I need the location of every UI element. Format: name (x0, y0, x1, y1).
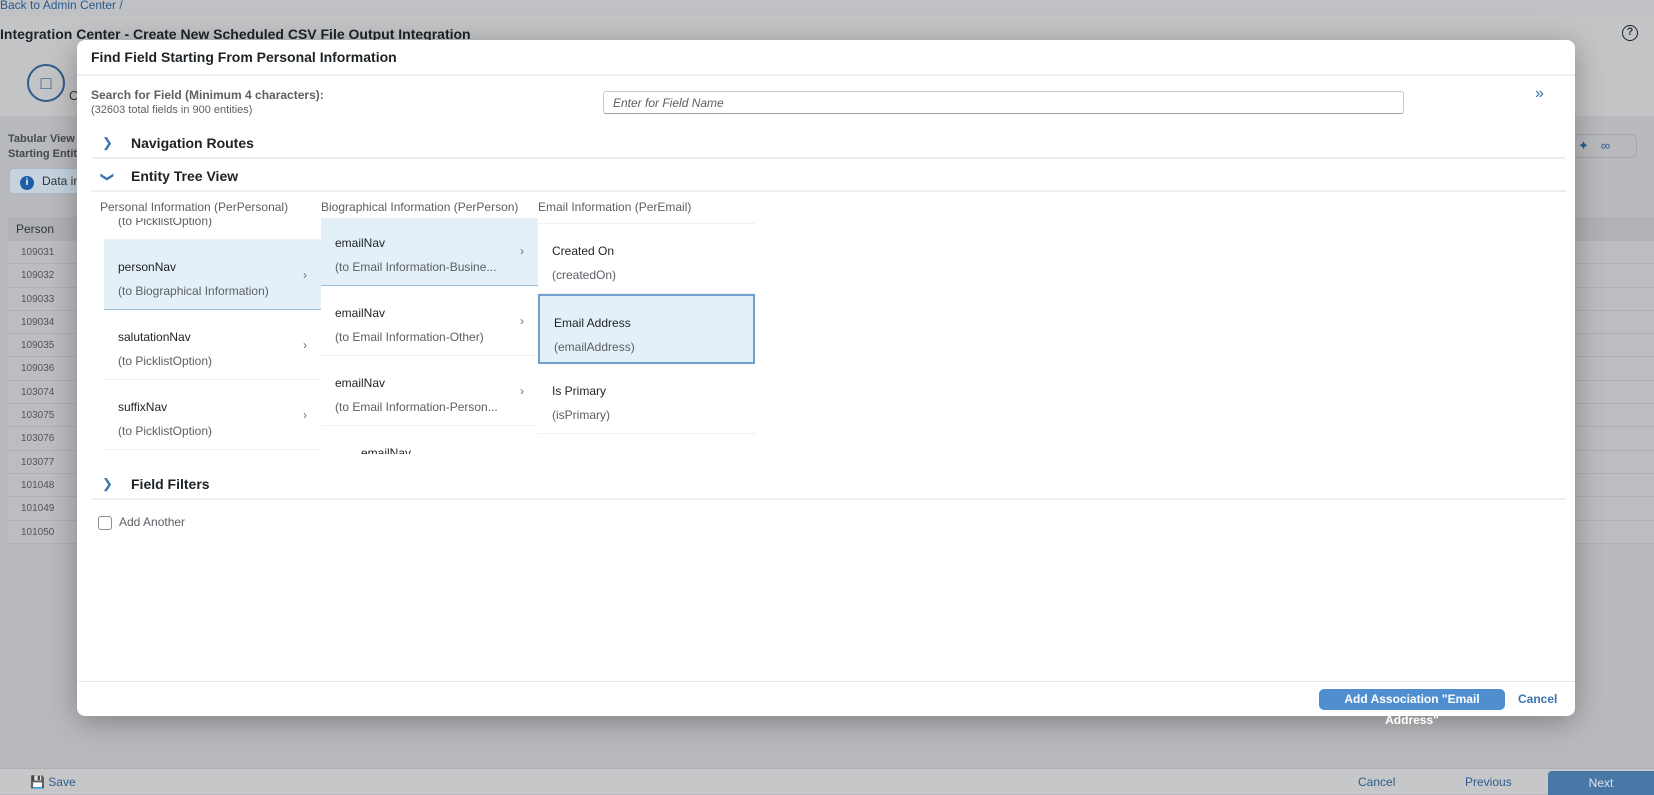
panel-title: Navigation Routes (131, 135, 254, 151)
dialog-title: Find Field Starting From Personal Inform… (91, 49, 397, 65)
tree-item[interactable]: emailNav (321, 426, 538, 454)
panel-field-filters[interactable]: ❯ Field Filters (91, 470, 1566, 498)
tree-item[interactable]: personNav (to Biographical Information) › (104, 240, 321, 310)
tree-item-subtitle: (to Email Information-Busine... (335, 260, 497, 274)
save-label: Save (48, 775, 76, 789)
tree-item[interactable]: suffixNav (to PicklistOption) › (104, 380, 321, 450)
tree-item[interactable]: (to PicklistOption)› (104, 218, 321, 240)
chevron-right-icon: › (303, 408, 307, 422)
tree-item-subtitle: (to PicklistOption) (118, 354, 213, 368)
chevron-right-icon: › (520, 314, 524, 328)
tree-item-title: personNav (118, 260, 177, 274)
add-another-checkbox[interactable]: Add Another (98, 515, 185, 530)
divider (77, 681, 1575, 682)
tree-item-title: emailNav (361, 446, 412, 454)
panel-navigation-routes[interactable]: ❯ Navigation Routes (91, 129, 1566, 157)
tree-item-title: salutationNav (118, 330, 191, 344)
panel-entity-tree-view[interactable]: ❯ Entity Tree View (91, 162, 1566, 190)
checkbox[interactable] (98, 515, 112, 530)
entity-column[interactable]: emailNav (to Email Information-Busine... ›… (321, 218, 538, 454)
unlink-icon[interactable]: ✦ (1578, 138, 1601, 153)
divider (77, 74, 1575, 76)
double-chevron-right-icon[interactable]: » (1535, 85, 1544, 103)
tree-item-subtitle: (to PicklistOption) (118, 218, 213, 228)
info-icon: i (20, 176, 34, 190)
find-field-dialog: Find Field Starting From Personal Inform… (77, 40, 1575, 727)
tree-item-subtitle: (isPrimary) (552, 408, 610, 422)
chevron-right-icon: ❯ (102, 135, 113, 150)
dialog-cancel-button[interactable]: Cancel (1518, 692, 1557, 706)
cancel-button[interactable]: Cancel (1358, 775, 1395, 789)
chevron-right-icon: › (303, 268, 307, 282)
save-button[interactable]: 💾 Save (30, 775, 76, 789)
tree-item-title: emailNav (335, 376, 386, 390)
tree-item-title: emailNav (335, 236, 386, 250)
tree-item[interactable]: emailNav (to Email Information-Other) › (321, 286, 538, 356)
next-button[interactable]: Next (1548, 771, 1654, 795)
chevron-right-icon: ❯ (102, 476, 113, 491)
tree-item-title: Email Address (554, 316, 631, 330)
info-text: Data in (42, 174, 81, 188)
column-header: Personal Information (PerPersonal) (100, 200, 289, 214)
tree-item-subtitle: (createdOn) (552, 268, 617, 282)
tree-item-subtitle: (to Email Information-Other) (335, 330, 484, 344)
column-header: Biographical Information (PerPerson) (321, 200, 519, 214)
toolbar-icons: ✦∞ (1565, 134, 1637, 158)
divider (91, 190, 1566, 192)
help-icon[interactable]: ? (1622, 25, 1638, 41)
previous-button[interactable]: Previous (1465, 775, 1512, 789)
tree-item[interactable]: salutationNav (to PicklistOption) › (104, 310, 321, 380)
tree-item-title: emailNav (335, 306, 386, 320)
panel-title: Field Filters (131, 476, 210, 492)
chevron-right-icon: › (520, 244, 524, 258)
tree-item[interactable]: emailNav (to Email Information-Busine... › (321, 218, 538, 286)
add-another-label: Add Another (119, 515, 186, 529)
tree-item-subtitle: (emailAddress) (554, 340, 635, 354)
divider (91, 498, 1566, 500)
tree-item-subtitle: (to PicklistOption) (118, 424, 213, 438)
tree-item-title: Is Primary (552, 384, 606, 398)
starting-entity-label: Starting Entity (8, 148, 84, 160)
tree-item-title: Created On (552, 244, 615, 258)
tree-item[interactable]: Email Address (emailAddress) (538, 294, 755, 364)
tree-item-subtitle: (to Email Information-Person... (335, 400, 498, 414)
tree-item[interactable]: Created On (createdOn) (538, 224, 755, 294)
breadcrumb-back-to-admin-center[interactable]: Back to Admin Center / (0, 0, 1654, 16)
tree-item-title: suffixNav (118, 400, 168, 414)
entity-column[interactable]: (to PicklistOption)›personNav(to Biograp… (104, 218, 321, 454)
bottom-bar: 💾 Save Cancel Previous Next (0, 768, 1654, 795)
document-step-icon[interactable]: □ (27, 64, 65, 102)
divider (91, 157, 1566, 159)
search-count: (32603 total fields in 900 entities) (91, 104, 253, 116)
chevron-right-icon: › (520, 384, 524, 398)
glasses-icon[interactable]: ∞ (1601, 138, 1622, 153)
tabular-view-heading: Tabular View Starting Entity (8, 132, 83, 162)
add-association-button[interactable]: Add Association "Email Address" (1319, 689, 1505, 727)
field-search-input[interactable] (603, 91, 1404, 114)
chevron-down-icon: ❯ (100, 171, 116, 183)
entity-column[interactable]: Created Date Time(createdDateTime)Create… (538, 218, 755, 454)
chevron-right-icon: › (303, 338, 307, 352)
tree-item-subtitle: (to Biographical Information) (118, 284, 269, 298)
tabular-view-label: Tabular View (8, 133, 75, 145)
panel-title: Entity Tree View (131, 168, 239, 184)
column-header: Email Information (PerEmail) (538, 200, 692, 214)
tree-item[interactable]: Is Primary (isPrimary) (538, 364, 755, 434)
tree-item[interactable]: emailNav (to Email Information-Person... › (321, 356, 538, 426)
search-label: Search for Field (Minimum 4 characters): (91, 88, 324, 102)
